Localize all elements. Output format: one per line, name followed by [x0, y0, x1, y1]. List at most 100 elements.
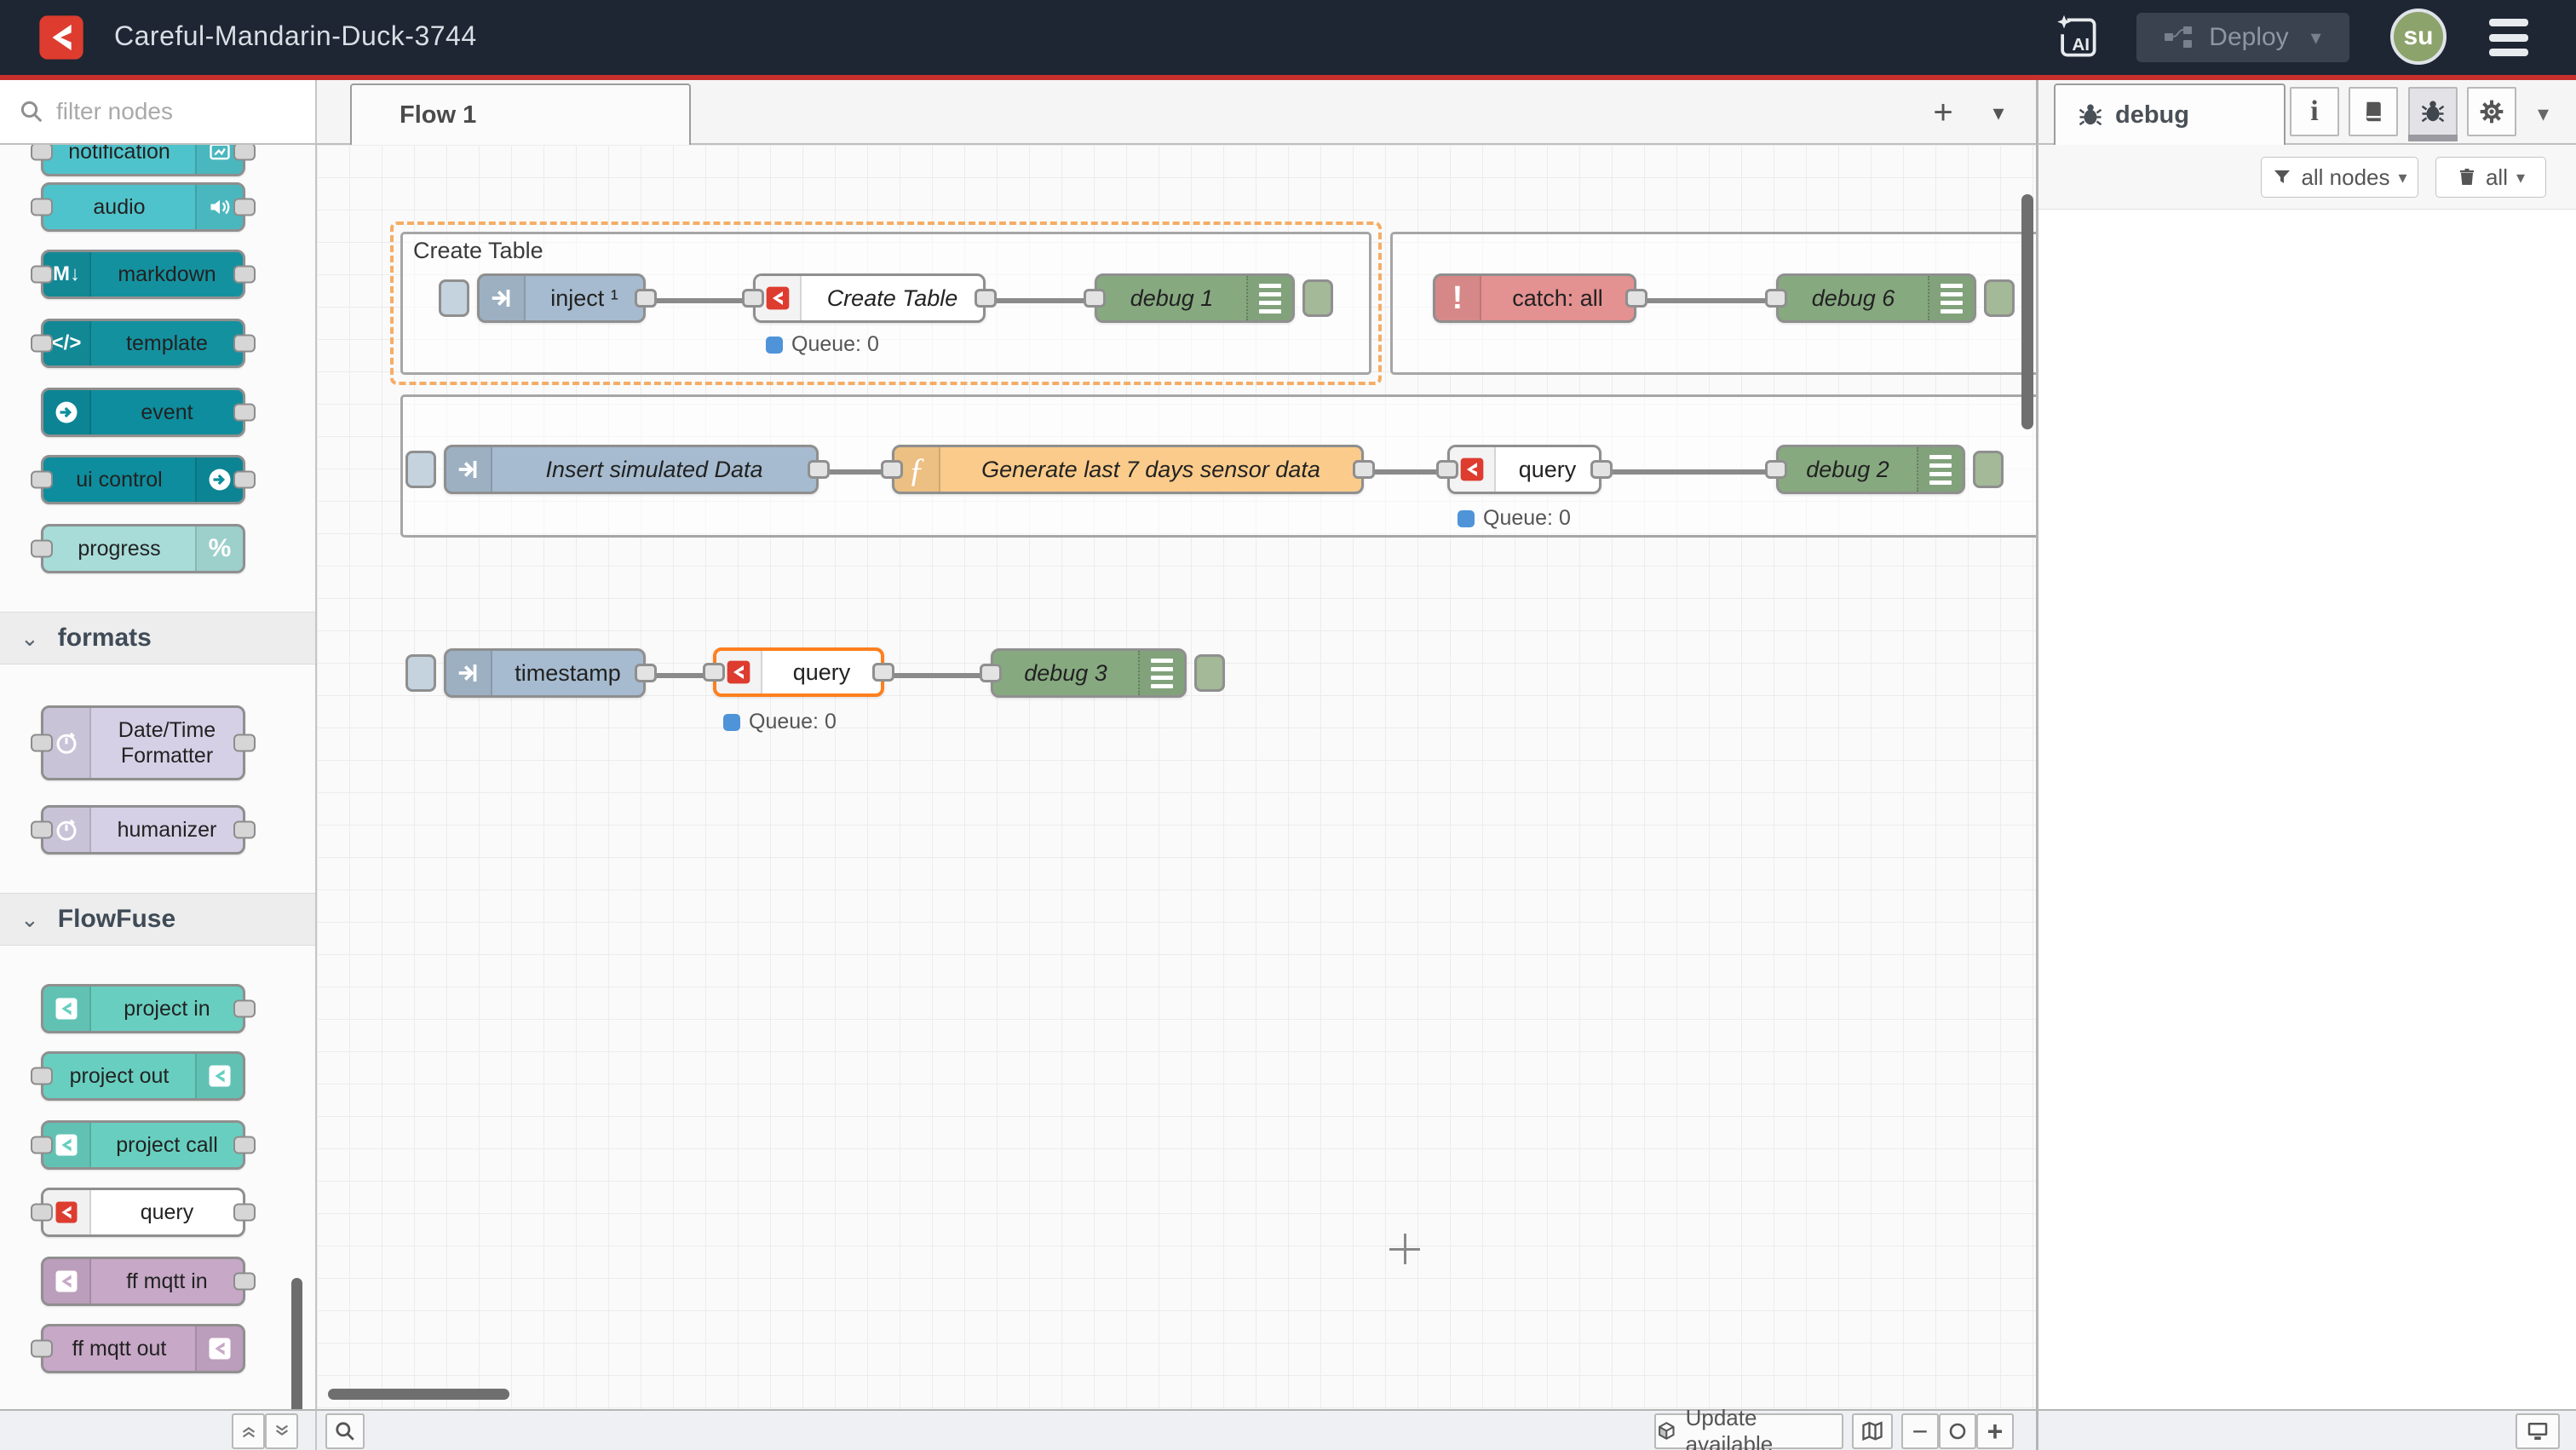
inject-button[interactable] [405, 654, 436, 692]
port-icon[interactable] [1625, 289, 1647, 308]
port-icon[interactable] [872, 663, 894, 682]
palette-scrollbar[interactable] [291, 1278, 302, 1409]
port-icon[interactable] [635, 664, 657, 682]
flow-canvas[interactable]: Create Table inject ¹ Create Table Queue… [317, 145, 2036, 1409]
palette-collapse-all-button[interactable] [232, 1413, 265, 1449]
palette-node-notification[interactable]: notification [41, 145, 245, 176]
zoom-out-button[interactable]: − [1901, 1413, 1939, 1449]
palette-node-markdown[interactable]: M↓ markdown [41, 250, 245, 299]
port-icon[interactable] [703, 663, 725, 682]
palette-node-project-in[interactable]: project in [41, 984, 245, 1033]
debug-clear-label: all [2486, 164, 2508, 191]
debug-list-icon [1246, 276, 1292, 320]
debug-toggle-button[interactable] [1984, 279, 2015, 317]
palette-node-project-call[interactable]: project call [41, 1120, 245, 1170]
node-query-2[interactable]: query [1447, 445, 1601, 494]
node-catch-all[interactable]: ! catch: all [1433, 273, 1636, 323]
debug-clear-button[interactable]: all ▾ [2435, 157, 2546, 198]
tab-flow-1-label: Flow 1 [400, 101, 476, 129]
canvas-horizontal-scrollbar[interactable] [328, 1389, 509, 1400]
filter-nodes-input[interactable] [56, 98, 295, 125]
port-icon[interactable] [975, 289, 997, 308]
update-available-button[interactable]: Update available [1654, 1413, 1843, 1449]
inject-button[interactable] [439, 279, 469, 317]
port-icon[interactable] [1765, 460, 1787, 479]
palette-node-query[interactable]: query [41, 1188, 245, 1237]
port-icon [31, 471, 53, 489]
help-tab-button[interactable] [2349, 87, 2398, 136]
debug-toggle-button[interactable] [1194, 654, 1225, 692]
open-dashboard-button[interactable] [2516, 1413, 2560, 1449]
info-tab-button[interactable]: i [2290, 87, 2339, 136]
node-create-table[interactable]: Create Table [753, 273, 986, 323]
node-label: query [762, 651, 881, 693]
node-generate-sensor-data[interactable]: ƒ Generate last 7 days sensor data [892, 445, 1364, 494]
config-tab-button[interactable] [2467, 87, 2516, 136]
port-icon[interactable] [1765, 289, 1787, 308]
deploy-caret-icon[interactable]: ▾ [2311, 26, 2321, 50]
sidebar-caret-icon[interactable]: ▾ [2538, 101, 2549, 127]
palette-node-project-out[interactable]: project out [41, 1051, 245, 1101]
node-debug-2[interactable]: debug 2 [1776, 445, 1965, 494]
inject-button[interactable] [405, 451, 436, 488]
caret-down-icon: ▾ [2399, 167, 2407, 188]
port-icon[interactable] [881, 460, 903, 479]
palette-expand-all-button[interactable] [265, 1413, 298, 1449]
canvas-vertical-scrollbar[interactable] [2021, 194, 2033, 429]
flow-list-caret-icon[interactable]: ▾ [1978, 92, 2019, 133]
port-icon[interactable] [1353, 460, 1375, 479]
palette-node-humanizer[interactable]: humanizer [41, 805, 245, 854]
palette-section-label: formats [58, 624, 152, 653]
port-icon [233, 471, 256, 489]
tab-flow-1[interactable]: Flow 1 [350, 83, 691, 145]
main-menu-button[interactable] [2489, 19, 2528, 56]
map-icon [1860, 1419, 1884, 1443]
workspace-tabbar: Flow 1 + ▾ [317, 80, 2036, 145]
debug-toggle-button[interactable] [1973, 451, 2004, 488]
zoom-reset-button[interactable] [1939, 1413, 1976, 1449]
palette-node-audio[interactable]: audio [41, 182, 245, 232]
node-inject-1[interactable]: inject ¹ [477, 273, 646, 323]
add-flow-button[interactable]: + [1923, 92, 1964, 133]
canvas-search-button[interactable] [325, 1413, 365, 1449]
palette-section-formats[interactable]: ⌄ formats [0, 612, 315, 665]
palette-node-ff-mqtt-in[interactable]: ff mqtt in [41, 1257, 245, 1306]
node-debug-6[interactable]: debug 6 [1776, 273, 1976, 323]
port-icon[interactable] [635, 289, 657, 308]
update-available-label: Update available [1686, 1405, 1842, 1450]
palette-section-flowfuse[interactable]: ⌄ FlowFuse [0, 893, 315, 946]
wire [1631, 298, 1776, 303]
palette-node-ui-control[interactable]: ui control [41, 455, 245, 504]
port-icon[interactable] [1436, 460, 1458, 479]
group-label: Create Table [413, 238, 543, 264]
node-query-3-selected[interactable]: query [713, 647, 884, 697]
user-avatar[interactable]: su [2390, 9, 2447, 65]
debug-sidebar: all nodes ▾ all ▾ [2036, 145, 2576, 1409]
port-icon[interactable] [1590, 460, 1613, 479]
palette-node-datetime-formatter[interactable]: Date/Time Formatter [41, 705, 245, 780]
status-text: Queue: 0 [749, 710, 837, 734]
palette-node-template[interactable]: </> template [41, 319, 245, 368]
node-insert-simulated-data[interactable]: Insert simulated Data [444, 445, 819, 494]
palette-node-ff-mqtt-out[interactable]: ff mqtt out [41, 1324, 245, 1373]
node-label: inject ¹ [526, 276, 643, 320]
ai-assistant-icon[interactable]: AI [2050, 12, 2104, 63]
deploy-button[interactable]: Deploy ▾ [2136, 13, 2349, 62]
port-icon[interactable] [808, 460, 830, 479]
node-timestamp[interactable]: timestamp [444, 648, 646, 698]
zoom-in-button[interactable]: + [1976, 1413, 2014, 1449]
cube-icon [1656, 1420, 1677, 1442]
palette-node-event[interactable]: event [41, 388, 245, 437]
debug-filter-button[interactable]: all nodes ▾ [2261, 157, 2418, 198]
port-icon[interactable] [742, 289, 764, 308]
debug-tab-button[interactable] [2408, 87, 2458, 136]
gear-icon [2478, 98, 2505, 125]
debug-toggle-button[interactable] [1302, 279, 1333, 317]
minimap-button[interactable] [1852, 1413, 1893, 1449]
tab-debug[interactable]: debug [2054, 83, 2286, 145]
port-icon[interactable] [980, 664, 1002, 682]
node-debug-3[interactable]: debug 3 [991, 648, 1187, 698]
node-debug-1[interactable]: debug 1 [1095, 273, 1295, 323]
palette-node-progress[interactable]: progress % [41, 524, 245, 573]
port-icon[interactable] [1084, 289, 1106, 308]
